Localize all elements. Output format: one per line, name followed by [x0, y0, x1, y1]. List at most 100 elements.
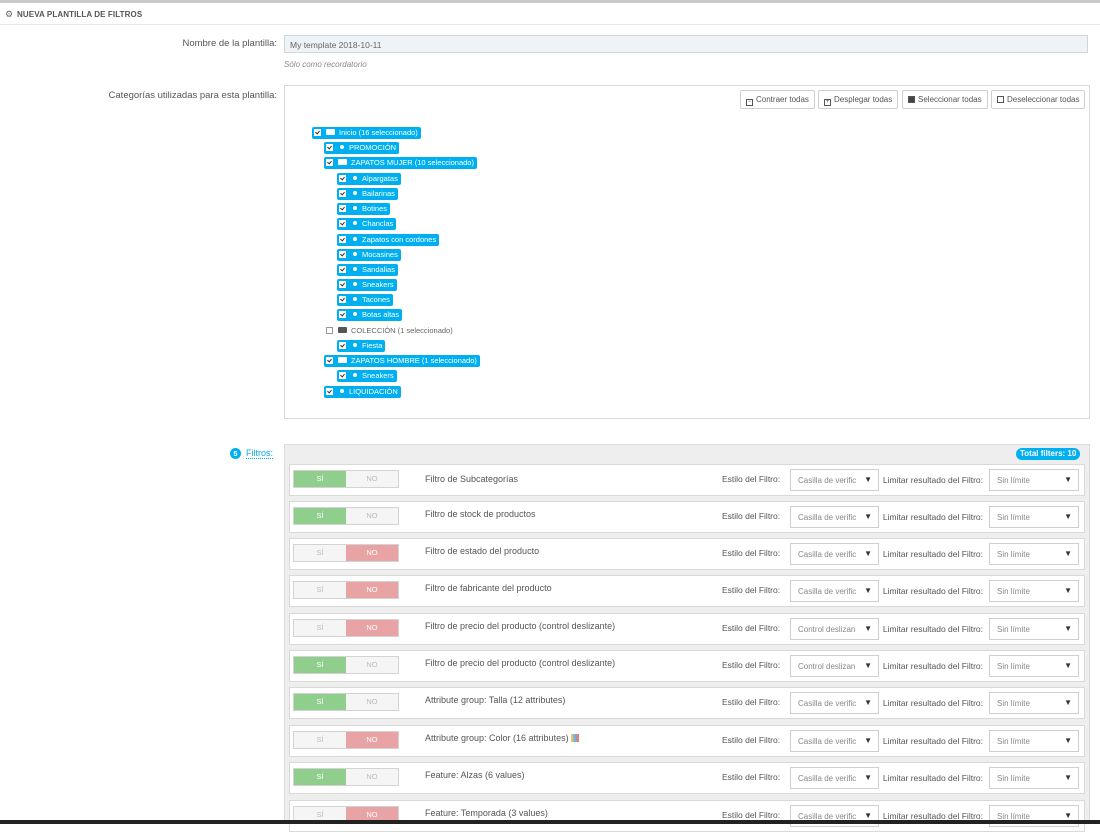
- toggle-no-option[interactable]: NO: [346, 769, 398, 785]
- filter-limit-select[interactable]: Sin límite ▼: [989, 767, 1079, 789]
- checkbox-checked-icon[interactable]: [326, 388, 333, 395]
- checkbox-checked-icon[interactable]: [339, 311, 346, 318]
- filter-limit-select[interactable]: Sin límite ▼: [989, 469, 1079, 491]
- category-tree-item[interactable]: ZAPATOS HOMBRE (1 seleccionado): [324, 355, 480, 367]
- checkbox-checked-icon[interactable]: [339, 266, 346, 273]
- filter-limit-select[interactable]: Sin límite ▼: [989, 543, 1079, 565]
- toggle-yes-option[interactable]: SÍ: [294, 545, 346, 561]
- filter-style-select[interactable]: Casilla de verific ▼: [790, 543, 879, 565]
- filter-limit-select[interactable]: Sin límite ▼: [989, 655, 1079, 677]
- toggle-yes-option[interactable]: SÍ: [294, 732, 346, 748]
- filter-limit-select[interactable]: Sin límite ▼: [989, 692, 1079, 714]
- category-tree-item[interactable]: Sneakers: [337, 370, 397, 382]
- filter-enabled-toggle[interactable]: SÍ NO: [293, 731, 399, 749]
- checkbox-checked-icon[interactable]: [339, 236, 346, 243]
- category-tree-item[interactable]: Botines: [337, 203, 391, 215]
- filter-limit-select[interactable]: Sin límite ▼: [989, 506, 1079, 528]
- toggle-no-option[interactable]: NO: [346, 545, 398, 561]
- toggle-yes-option[interactable]: SÍ: [294, 471, 346, 487]
- category-tree-item[interactable]: Bailarinas: [337, 188, 398, 200]
- toggle-yes-option[interactable]: SÍ: [294, 620, 346, 636]
- filter-style-select[interactable]: Control deslizan ▼: [790, 655, 879, 677]
- category-tree-item[interactable]: Chanclas: [337, 218, 397, 230]
- filter-limit-select[interactable]: Sin límite ▼: [989, 618, 1079, 640]
- filter-enabled-toggle[interactable]: SÍ NO: [293, 544, 399, 562]
- category-tree-item[interactable]: Alpargatas: [337, 173, 401, 185]
- folder-open-icon[interactable]: [338, 159, 347, 165]
- category-tree-item[interactable]: Fiesta: [337, 340, 386, 352]
- toggle-no-option[interactable]: NO: [346, 508, 398, 524]
- checkbox-checked-icon[interactable]: [314, 129, 321, 136]
- toggle-no-option[interactable]: NO: [346, 620, 398, 636]
- checkbox-checked-icon[interactable]: [326, 159, 333, 166]
- filter-style-select[interactable]: Casilla de verific ▼: [790, 469, 879, 491]
- template-name-hint: Sólo como recordatorio: [284, 60, 367, 69]
- filter-style-value: Casilla de verific: [798, 513, 857, 522]
- toggle-yes-option[interactable]: SÍ: [294, 657, 346, 673]
- filter-style-select[interactable]: Casilla de verific ▼: [790, 692, 879, 714]
- dropdown-arrow-icon: ▼: [1064, 549, 1072, 558]
- toggle-yes-option[interactable]: SÍ: [294, 694, 346, 710]
- select-all-button[interactable]: Seleccionar todas: [902, 90, 988, 109]
- checkbox-checked-icon[interactable]: [339, 372, 346, 379]
- checkbox-checked-icon[interactable]: [339, 205, 346, 212]
- folder-open-icon[interactable]: [326, 129, 335, 135]
- filter-style-label: Estilo del Filtro:: [722, 474, 781, 484]
- folder-open-icon[interactable]: [338, 357, 347, 363]
- filter-limit-label: Limitar resultado del Filtro:: [882, 512, 983, 522]
- filter-style-select[interactable]: Casilla de verific ▼: [790, 730, 879, 752]
- filter-style-select[interactable]: Casilla de verific ▼: [790, 506, 879, 528]
- template-name-input[interactable]: My template 2018-10-11: [284, 35, 1088, 53]
- checkbox-empty-icon[interactable]: [326, 327, 333, 334]
- category-tree-item[interactable]: Mocasines: [337, 249, 401, 261]
- category-tree-item[interactable]: Sandalias: [337, 264, 398, 276]
- checkbox-checked-icon[interactable]: [339, 175, 346, 182]
- filter-enabled-toggle[interactable]: SÍ NO: [293, 470, 399, 488]
- filter-enabled-toggle[interactable]: SÍ NO: [293, 619, 399, 637]
- filter-limit-select[interactable]: Sin límite ▼: [989, 580, 1079, 602]
- checkbox-checked-icon[interactable]: [339, 281, 346, 288]
- folder-open-icon[interactable]: [338, 327, 347, 333]
- toggle-no-option[interactable]: NO: [346, 582, 398, 598]
- filter-style-select[interactable]: Casilla de verific ▼: [790, 767, 879, 789]
- toggle-no-option[interactable]: NO: [346, 657, 398, 673]
- filter-name-text: Filtro de precio del producto (control d…: [425, 621, 616, 631]
- filter-enabled-toggle[interactable]: SÍ NO: [293, 581, 399, 599]
- category-tree-item[interactable]: ZAPATOS MUJER (10 seleccionado): [324, 157, 477, 169]
- category-tree-item[interactable]: LIQUIDACIÓN: [324, 386, 401, 398]
- category-tree-item[interactable]: PROMOCIÓN: [324, 142, 400, 154]
- toggle-no-option[interactable]: NO: [346, 471, 398, 487]
- checkbox-checked-icon[interactable]: [339, 251, 346, 258]
- filter-enabled-toggle[interactable]: SÍ NO: [293, 693, 399, 711]
- filter-style-select[interactable]: Control deslizan ▼: [790, 618, 879, 640]
- deselect-all-button[interactable]: Deseleccionar todas: [991, 90, 1086, 109]
- category-tree-item[interactable]: Tacones: [337, 294, 393, 306]
- filter-name: Filtro de precio del producto (control d…: [425, 658, 615, 668]
- checkbox-checked-icon[interactable]: [326, 144, 333, 151]
- filter-name-text: Filtro de precio del producto (control d…: [425, 658, 616, 668]
- category-tree-item[interactable]: COLECCIÓN (1 seleccionado): [324, 325, 456, 337]
- dropdown-arrow-icon: ▼: [864, 811, 872, 820]
- checkbox-checked-icon[interactable]: [339, 190, 346, 197]
- toggle-yes-option[interactable]: SÍ: [294, 769, 346, 785]
- filter-enabled-toggle[interactable]: SÍ NO: [293, 656, 399, 674]
- filter-limit-select[interactable]: Sin límite ▼: [989, 730, 1079, 752]
- toggle-yes-option[interactable]: SÍ: [294, 582, 346, 598]
- checkbox-checked-icon[interactable]: [339, 296, 346, 303]
- category-tree-item[interactable]: Zapatos con cordones: [337, 234, 440, 246]
- checkbox-checked-icon[interactable]: [339, 220, 346, 227]
- filter-enabled-toggle[interactable]: SÍ NO: [293, 768, 399, 786]
- toggle-yes-option[interactable]: SÍ: [294, 508, 346, 524]
- category-tree-item[interactable]: Botas altas: [337, 309, 403, 321]
- filter-style-value: Casilla de verific: [798, 774, 857, 783]
- filter-enabled-toggle[interactable]: SÍ NO: [293, 507, 399, 525]
- checkbox-checked-icon[interactable]: [339, 342, 346, 349]
- checkbox-checked-icon[interactable]: [326, 357, 333, 364]
- filter-style-select[interactable]: Casilla de verific ▼: [790, 580, 879, 602]
- category-tree-item[interactable]: Sneakers: [337, 279, 397, 291]
- collapse-all-button[interactable]: − Contraer todas: [740, 90, 815, 109]
- toggle-no-option[interactable]: NO: [346, 732, 398, 748]
- toggle-no-option[interactable]: NO: [346, 694, 398, 710]
- expand-all-button[interactable]: + Desplegar todas: [818, 90, 899, 109]
- category-tree-item[interactable]: Inicio (16 seleccionado): [312, 127, 421, 139]
